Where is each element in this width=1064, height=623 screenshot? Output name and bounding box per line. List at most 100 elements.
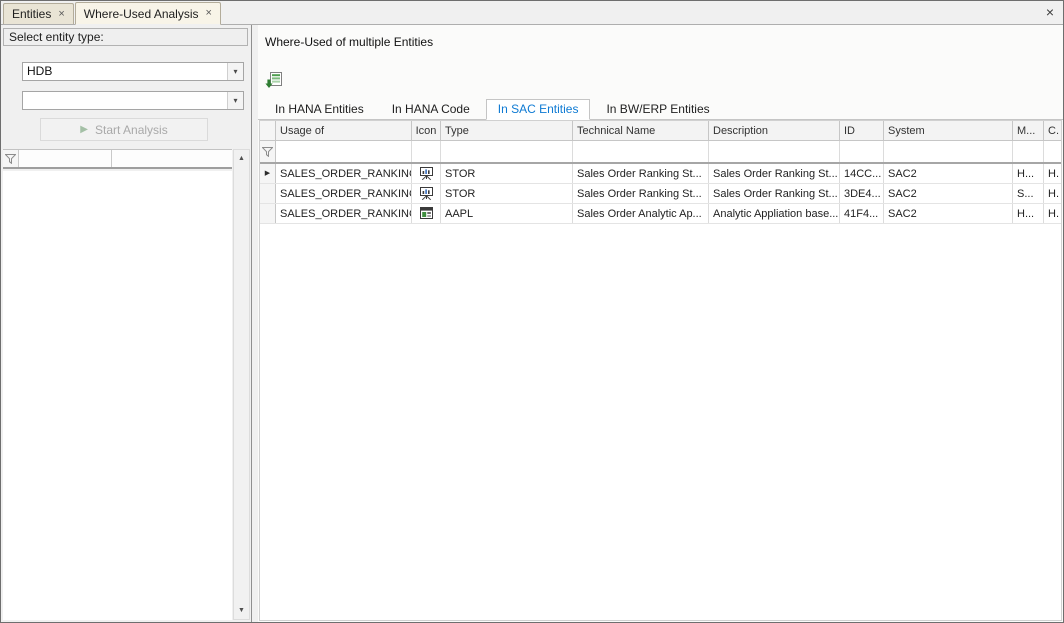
cell-id[interactable]: 41F4... — [840, 204, 884, 223]
start-analysis-button[interactable]: ▶ Start Analysis — [40, 118, 208, 141]
cell-m[interactable]: H... — [1013, 164, 1044, 183]
tab-in-hana-entities[interactable]: In HANA Entities — [263, 99, 376, 120]
close-icon[interactable]: × — [58, 9, 64, 20]
cell-system[interactable]: SAC2 — [884, 184, 1013, 203]
entity-type-combo[interactable]: HDB ▾ — [22, 62, 244, 81]
cell-technical-name[interactable]: Sales Order Analytic Ap... — [573, 204, 709, 223]
scroll-up-icon[interactable]: ▲ — [238, 150, 245, 167]
grid-header-row: Usage of Icon Type Technical Name Descri… — [260, 121, 1061, 141]
cell-usage-of[interactable]: SALES_ORDER_RANKING — [276, 184, 412, 203]
filter-indicator-cell — [3, 150, 19, 167]
page-title: Where-Used of multiple Entities — [265, 35, 433, 49]
close-icon[interactable]: × — [206, 8, 212, 19]
row-indicator-cell — [260, 204, 276, 223]
column-header-m[interactable]: M... — [1013, 121, 1044, 140]
header-indicator-cell — [260, 121, 276, 140]
table-row[interactable]: SALES_ORDER_RANKING AAPL Sales Order Ana… — [260, 204, 1061, 224]
dropdown-arrow-icon[interactable]: ▾ — [227, 92, 243, 109]
cell-technical-name[interactable]: Sales Order Ranking St... — [573, 164, 709, 183]
entity-type-combo-value: HDB — [23, 63, 227, 80]
column-header-id[interactable]: ID — [840, 121, 884, 140]
dropdown-arrow-icon[interactable]: ▾ — [227, 63, 243, 80]
cell-description[interactable]: Analytic Appliation base... — [709, 204, 840, 223]
tab-in-hana-code[interactable]: In HANA Code — [380, 99, 482, 120]
cell-icon — [412, 164, 441, 183]
cell-id[interactable]: 3DE4... — [840, 184, 884, 203]
story-icon — [419, 186, 434, 201]
cell-description[interactable]: Sales Order Ranking St... — [709, 164, 840, 183]
cell-icon — [412, 204, 441, 223]
filter-cell-description[interactable] — [709, 141, 840, 162]
left-panel-scrollbar[interactable]: ▲ ▼ — [233, 149, 250, 620]
row-indicator-cell: ▶ — [260, 164, 276, 183]
column-header-usage-of[interactable]: Usage of — [276, 121, 412, 140]
tab-in-sac-entities[interactable]: In SAC Entities — [486, 99, 591, 120]
export-excel-button[interactable] — [263, 70, 283, 90]
cell-m[interactable]: S... — [1013, 184, 1044, 203]
window-close-icon[interactable]: × — [1046, 5, 1054, 19]
left-filter-grid-header — [3, 149, 232, 169]
column-header-icon[interactable]: Icon — [412, 121, 441, 140]
cell-type[interactable]: AAPL — [441, 204, 573, 223]
play-icon: ▶ — [80, 125, 88, 135]
cell-system[interactable]: SAC2 — [884, 204, 1013, 223]
left-grid-empty-area[interactable] — [3, 171, 232, 620]
cell-c[interactable]: H. — [1044, 164, 1061, 183]
cell-id[interactable]: 14CC... — [840, 164, 884, 183]
column-header-system[interactable]: System — [884, 121, 1013, 140]
filter-cell-icon[interactable] — [412, 141, 441, 162]
cell-c[interactable]: H. — [1044, 204, 1061, 223]
main-area: Select entity type: HDB ▾ ▾ ▶ Start Anal… — [1, 25, 1063, 622]
entity-selection-panel: Select entity type: HDB ▾ ▾ ▶ Start Anal… — [1, 25, 252, 622]
document-tabbar: Entities × Where-Used Analysis × × — [1, 1, 1063, 25]
result-tabstrip: In HANA Entities In HANA Code In SAC Ent… — [258, 100, 1063, 120]
cell-type[interactable]: STOR — [441, 164, 573, 183]
filter-cell-technical-name[interactable] — [573, 141, 709, 162]
cell-type[interactable]: STOR — [441, 184, 573, 203]
filter-cell-type[interactable] — [441, 141, 573, 162]
table-row[interactable]: ▶ SALES_ORDER_RANKING STOR Sales Ord — [260, 164, 1061, 184]
column-header-c[interactable]: C. — [1044, 121, 1061, 140]
doc-tab-label: Where-Used Analysis — [84, 7, 199, 21]
current-row-arrow-icon: ▶ — [265, 170, 270, 177]
cell-c[interactable]: H. — [1044, 184, 1061, 203]
doc-tab-where-used-analysis[interactable]: Where-Used Analysis × — [75, 2, 221, 25]
export-excel-icon — [265, 72, 282, 89]
filter-indicator-cell — [260, 141, 276, 162]
start-analysis-label: Start Analysis — [95, 123, 168, 137]
story-icon — [419, 166, 434, 181]
cell-usage-of[interactable]: SALES_ORDER_RANKING — [276, 164, 412, 183]
grid-column-blank-1[interactable] — [19, 150, 112, 167]
entity-combo-value — [23, 92, 227, 109]
column-header-type[interactable]: Type — [441, 121, 573, 140]
filter-cell-c[interactable] — [1044, 141, 1061, 162]
entity-combo[interactable]: ▾ — [22, 91, 244, 110]
row-indicator-cell — [260, 184, 276, 203]
select-entity-type-caption: Select entity type: — [3, 28, 248, 46]
grid-empty-area[interactable] — [260, 224, 1061, 620]
filter-funnel-icon — [5, 154, 16, 164]
filter-cell-system[interactable] — [884, 141, 1013, 162]
cell-usage-of[interactable]: SALES_ORDER_RANKING — [276, 204, 412, 223]
filter-cell-m[interactable] — [1013, 141, 1044, 162]
table-row[interactable]: SALES_ORDER_RANKING STOR Sales Order Ran… — [260, 184, 1061, 204]
scroll-down-icon[interactable]: ▼ — [238, 602, 245, 619]
cell-m[interactable]: H... — [1013, 204, 1044, 223]
cell-system[interactable]: SAC2 — [884, 164, 1013, 183]
cell-technical-name[interactable]: Sales Order Ranking St... — [573, 184, 709, 203]
where-used-panel: Where-Used of multiple Entities In HANA … — [258, 25, 1063, 622]
filter-funnel-icon — [262, 147, 273, 157]
cell-description[interactable]: Sales Order Ranking St... — [709, 184, 840, 203]
doc-tab-entities[interactable]: Entities × — [3, 3, 74, 24]
analytic-application-icon — [419, 206, 434, 221]
column-header-technical-name[interactable]: Technical Name — [573, 121, 709, 140]
filter-cell-id[interactable] — [840, 141, 884, 162]
app-window: Entities × Where-Used Analysis × × Selec… — [0, 0, 1064, 623]
results-grid: Usage of Icon Type Technical Name Descri… — [259, 120, 1062, 621]
tab-in-bw-erp-entities[interactable]: In BW/ERP Entities — [594, 99, 721, 120]
grid-column-blank-2[interactable] — [112, 150, 232, 167]
filter-cell-usage-of[interactable] — [276, 141, 412, 162]
cell-icon — [412, 184, 441, 203]
column-header-description[interactable]: Description — [709, 121, 840, 140]
filter-row — [260, 141, 1061, 164]
